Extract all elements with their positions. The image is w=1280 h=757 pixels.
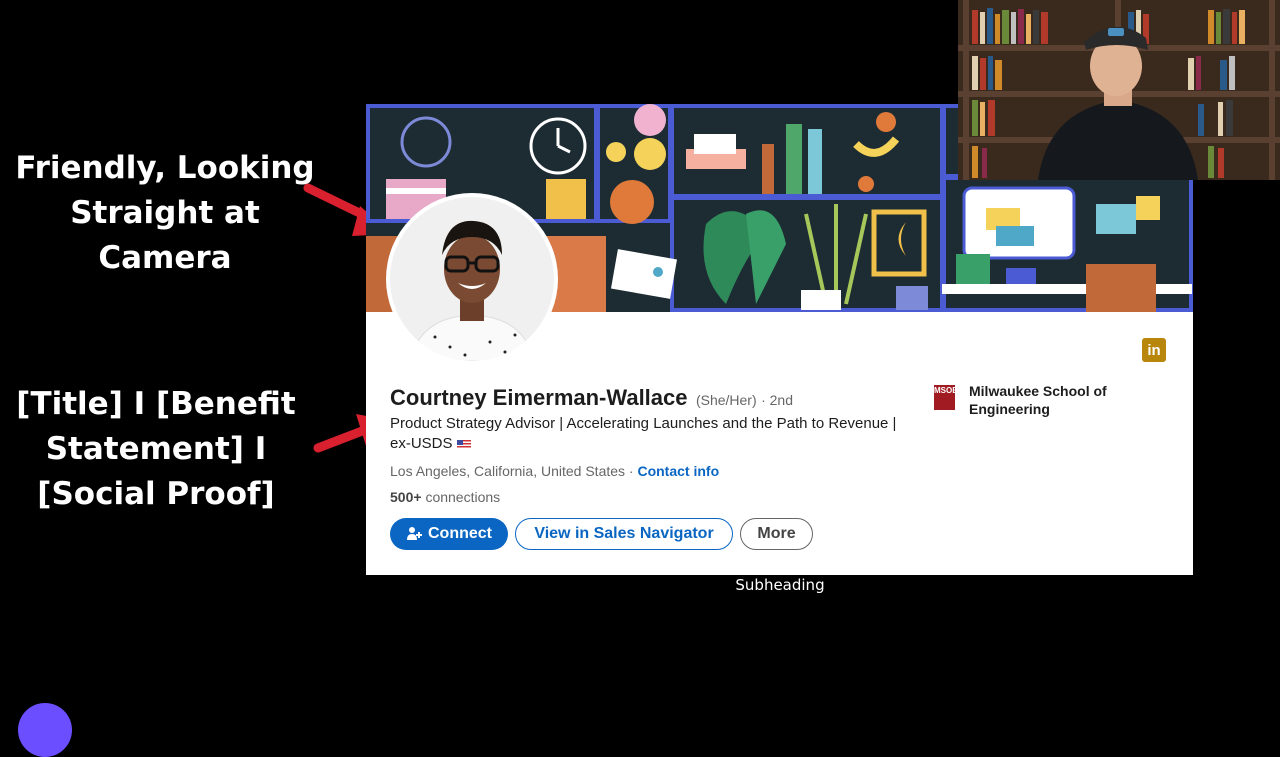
us-flag-icon: [456, 439, 471, 449]
location-row: Los Angeles, California, United States ·…: [390, 463, 719, 479]
connect-label: Connect: [428, 525, 492, 542]
connection-degree: · 2nd: [761, 392, 794, 408]
pronouns: (She/Her): [695, 392, 757, 408]
profile-headline: Product Strategy Advisor | Accelerating …: [390, 414, 910, 454]
connections-count[interactable]: 500+ connections: [390, 489, 500, 505]
headline-annotation: [Title] I [Benefit Statement] I [Social …: [16, 386, 296, 512]
connections-label: connections: [425, 489, 501, 505]
location-text: Los Angeles, California, United States ·: [390, 463, 634, 479]
presenter-webcam: [958, 0, 1280, 180]
assistant-fab-button[interactable]: [18, 703, 72, 757]
subheading-caption: Subheading: [735, 576, 825, 594]
more-button[interactable]: More: [740, 518, 813, 550]
profile-name: Courtney Eimerman-Wallace: [390, 385, 688, 410]
photo-annotation: Friendly, Looking Straight at Camera: [15, 150, 315, 276]
connect-button[interactable]: Connect: [390, 518, 508, 550]
school-name[interactable]: Milwaukee School of Engineering: [969, 382, 1139, 418]
school-logo-text: MSOE: [934, 386, 958, 395]
school-logo: MSOE: [934, 385, 958, 410]
contact-info-link[interactable]: Contact info: [637, 463, 719, 479]
linkedin-icon[interactable]: in: [1142, 338, 1166, 362]
profile-photo[interactable]: [390, 197, 554, 361]
view-sales-navigator-button[interactable]: View in Sales Navigator: [515, 518, 733, 550]
connections-number: 500+: [390, 489, 422, 505]
add-person-icon: [407, 527, 422, 540]
name-row: Courtney Eimerman-Wallace (She/Her) · 2n…: [390, 385, 793, 411]
